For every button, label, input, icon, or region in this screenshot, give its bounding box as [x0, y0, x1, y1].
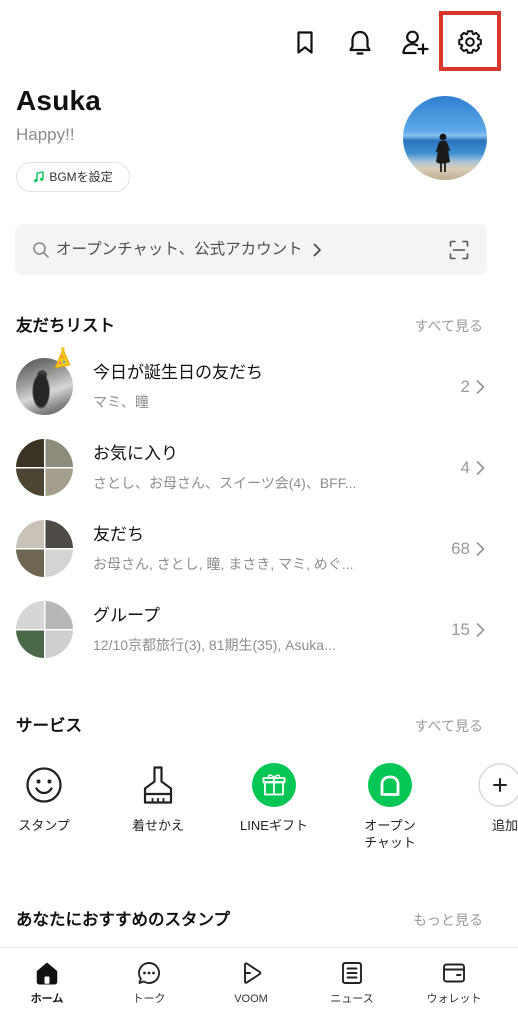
smiley-icon	[26, 767, 62, 803]
row-subtitle: マミ、瞳	[93, 394, 149, 410]
service-label: オープン チャット	[346, 817, 434, 851]
scan-icon[interactable]	[449, 240, 469, 260]
service-label-line1: オープン	[364, 818, 416, 833]
row-subtitle: お母さん, さとし, 瞳, まさき, マミ, めぐ...	[93, 556, 354, 572]
friends-avatar	[16, 520, 73, 577]
row-count-group: 2	[461, 375, 485, 399]
open-chat-icon	[368, 763, 412, 807]
service-open-chat[interactable]: オープン チャット	[346, 763, 434, 859]
chevron-right-icon	[476, 542, 485, 556]
nav-label: ニュース	[330, 993, 374, 1005]
nav-label: VOOM	[234, 993, 268, 1005]
service-label-line2: チャット	[364, 835, 416, 850]
nav-label: トーク	[132, 993, 166, 1005]
profile-avatar[interactable]	[403, 96, 487, 180]
search-text: オープンチャット、公式アカウント	[56, 240, 303, 258]
home-icon	[36, 962, 58, 985]
bell-icon[interactable]	[345, 27, 375, 57]
gift-icon	[252, 763, 296, 807]
wallet-icon	[443, 963, 465, 983]
service-line-gift[interactable]: LINEギフト	[230, 763, 318, 859]
service-label: スタンプ	[18, 818, 70, 833]
brush-icon	[143, 766, 173, 804]
chevron-right-icon	[313, 243, 321, 256]
profile-status-message: Happy!!	[16, 125, 75, 144]
row-count: 4	[460, 458, 470, 477]
chat-icon	[138, 962, 160, 984]
row-title: お気に入り	[93, 444, 178, 463]
party-hat-icon	[54, 347, 71, 369]
service-themes[interactable]: 着せかえ	[114, 763, 202, 859]
service-stamp[interactable]: スタンプ	[0, 763, 88, 859]
friends-list-title: 友だちリスト	[16, 317, 115, 335]
chevron-right-icon	[476, 380, 485, 394]
nav-voom[interactable]: VOOM	[206, 948, 296, 1018]
bgm-button-label: BGMを設定	[49, 170, 113, 184]
row-title: 友だち	[93, 525, 144, 544]
nav-news[interactable]: ニュース	[307, 948, 397, 1018]
service-label: 着せかえ	[131, 818, 184, 833]
music-note-icon	[34, 171, 45, 183]
groups-avatar	[16, 601, 73, 658]
search-bar[interactable]: オープンチャット、公式アカウント	[15, 224, 487, 275]
row-count: 2	[460, 377, 470, 396]
chevron-right-icon	[476, 623, 485, 637]
row-subtitle: さとし、お母さん、スイーツ会(4)、BFF...	[93, 475, 357, 491]
nav-wallet[interactable]: ウォレット	[409, 948, 499, 1018]
row-count: 68	[451, 539, 470, 558]
nav-talk[interactable]: トーク	[104, 948, 194, 1018]
services-see-all-link[interactable]: すべて見る	[415, 716, 483, 736]
row-title: グループ	[93, 606, 160, 625]
bookmark-icon[interactable]	[290, 27, 320, 57]
friend-list-row-favorites[interactable]: お気に入り さとし、お母さん、スイーツ会(4)、BFF... 4	[0, 439, 518, 501]
recommended-stamps-more-link[interactable]: もっと見る	[413, 910, 483, 930]
plus-icon	[478, 763, 518, 807]
line-home-screen: Asuka Happy!! BGMを設定 オープンチャット、公式アカウント 友だ…	[0, 0, 518, 1024]
row-count-group: 68	[451, 537, 485, 561]
recommended-stamps-title: あなたにおすすめのスタンプ	[16, 911, 231, 929]
bgm-button[interactable]: BGMを設定	[16, 162, 130, 192]
row-subtitle: 12/10京都旅行(3), 81期生(35), Asuka...	[93, 637, 336, 653]
favorites-avatar	[16, 439, 73, 496]
services-title: サービス	[16, 717, 82, 735]
row-count-group: 4	[461, 456, 485, 480]
row-count-group: 15	[451, 618, 485, 642]
settings-highlight-box	[439, 11, 501, 71]
friends-list-see-all-link[interactable]: すべて見る	[415, 316, 483, 336]
bottom-nav: ホーム トーク VOOM ニュース ウォレット	[0, 947, 518, 1024]
service-add[interactable]: 追加	[478, 763, 518, 859]
search-icon	[33, 241, 49, 258]
news-icon	[342, 962, 362, 984]
profile-name[interactable]: Asuka	[16, 84, 101, 118]
service-label: 追加	[492, 818, 518, 833]
voom-icon	[244, 962, 262, 984]
avatar-photo-figure	[435, 133, 451, 172]
friend-list-row-groups[interactable]: グループ 12/10京都旅行(3), 81期生(35), Asuka... 15	[0, 601, 518, 663]
nav-home[interactable]: ホーム	[2, 948, 92, 1018]
add-friend-icon[interactable]	[400, 27, 430, 57]
friend-list-row-birthdays[interactable]: 今日が誕生日の友だち マミ、瞳 2	[0, 347, 518, 420]
nav-label: ウォレット	[426, 993, 482, 1005]
row-count: 15	[451, 620, 470, 639]
friend-list-row-friends[interactable]: 友だち お母さん, さとし, 瞳, まさき, マミ, めぐ... 68	[0, 520, 518, 582]
service-label: LINEギフト	[240, 818, 308, 833]
row-title: 今日が誕生日の友だち	[93, 363, 263, 382]
nav-label: ホーム	[30, 993, 64, 1005]
chevron-right-icon	[476, 461, 485, 475]
